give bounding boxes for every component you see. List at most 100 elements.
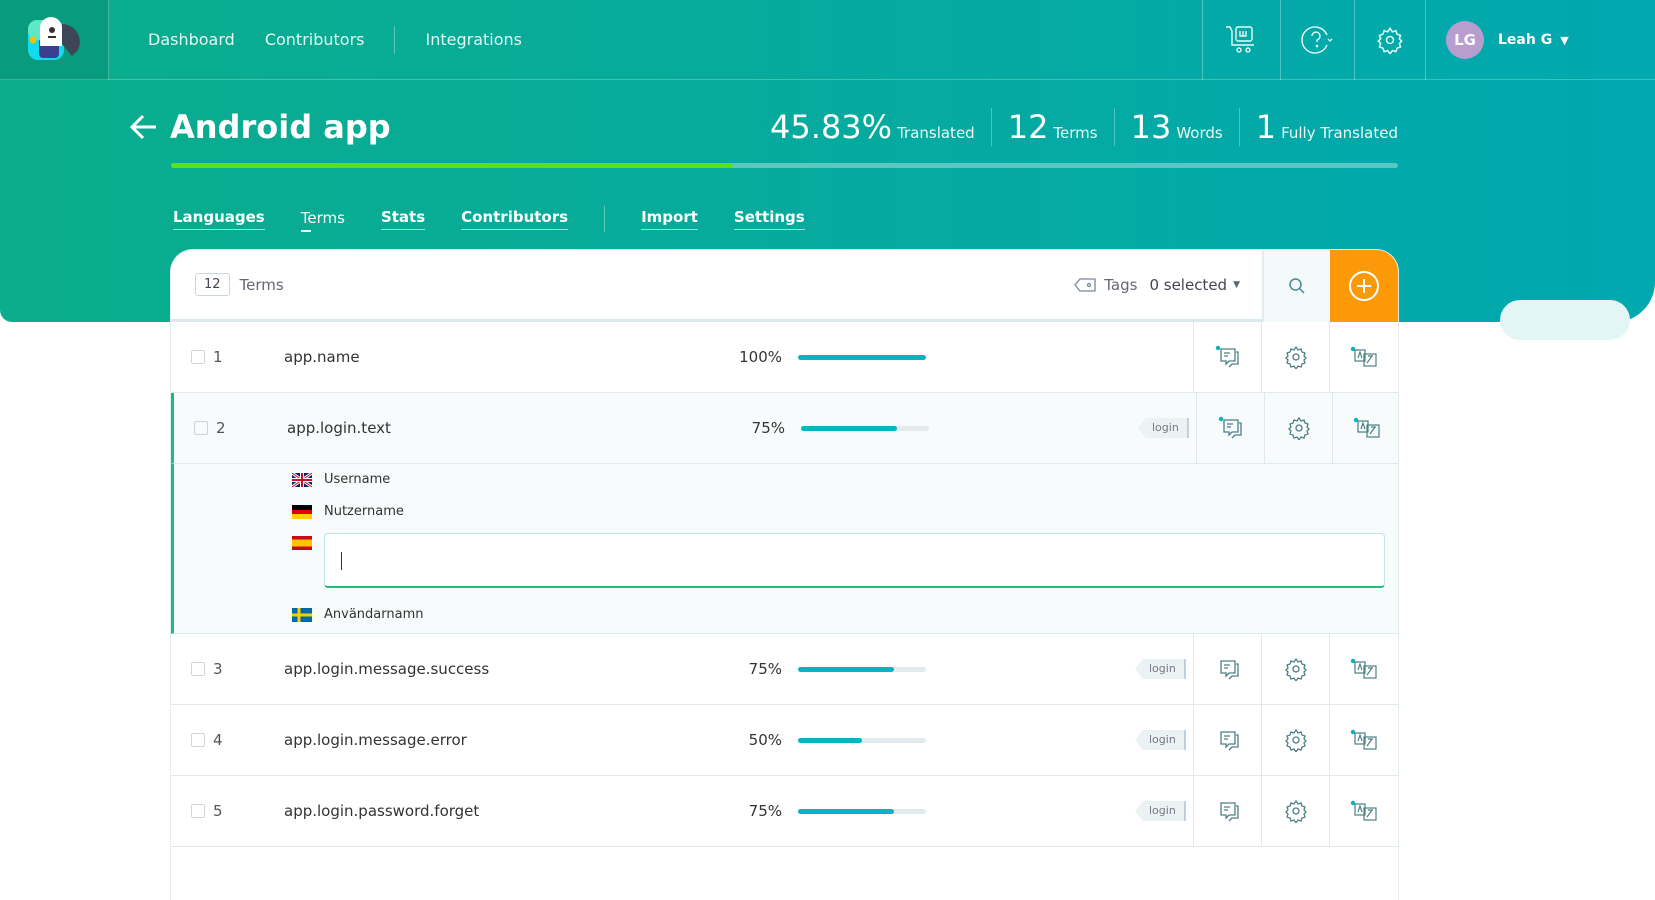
tab-settings[interactable]: Settings [733,208,805,230]
term-row[interactable]: 3 app.login.message.success 75% login [171,634,1398,705]
decoration [1500,300,1630,340]
comments-button[interactable] [1193,322,1261,392]
term-tag[interactable]: login [1135,659,1186,679]
term-tag[interactable]: login [1135,730,1186,750]
term-settings-button[interactable] [1261,322,1329,392]
terms-count-label: Terms [239,275,284,294]
progress-fill [798,666,894,672]
term-key[interactable]: app.login.password.forget [284,802,479,820]
gear-icon [1284,345,1307,369]
comments-button[interactable] [1193,705,1261,775]
gear-icon [1377,26,1403,54]
term-progress-bar [798,354,926,360]
term-row[interactable]: 5 app.login.password.forget 75% login [171,776,1398,847]
term-key[interactable]: app.login.message.error [284,731,467,749]
translate-button[interactable] [1329,776,1397,846]
tab-languages[interactable]: Languages [173,208,265,230]
term-settings-button[interactable] [1261,705,1329,775]
translation-de[interactable]: Nutzername [292,504,404,519]
comments-button[interactable] [1196,393,1264,463]
row-checkbox[interactable] [191,350,205,364]
divider [394,25,396,54]
translation-sv[interactable]: Användarnamn [292,607,423,622]
row-checkbox[interactable] [194,421,208,435]
stat-label: Words [1176,124,1223,142]
row-checkbox[interactable] [191,804,205,818]
user-name: Leah G [1498,32,1553,48]
row-checkbox[interactable] [191,733,205,747]
caret-down-icon: ▼ [1560,33,1569,47]
row-checkbox[interactable] [191,662,205,676]
tags-filter[interactable]: Tags 0 selected ▼ [1074,276,1240,294]
plus-circle-icon [1349,271,1379,301]
translate-button[interactable] [1329,705,1397,775]
term-settings-button[interactable] [1261,776,1329,846]
nav-integrations[interactable]: Integrations [425,30,522,49]
translate-button[interactable] [1329,322,1397,392]
translation-es [292,536,312,550]
gear-icon [1284,657,1307,681]
term-row[interactable]: 1 app.name 100% [171,322,1398,393]
term-row[interactable]: 2 app.login.text 75% login [171,393,1398,464]
help-button[interactable] [1280,0,1354,80]
comments-button[interactable] [1193,634,1261,704]
terms-count: 12 [195,273,230,296]
translate-button[interactable] [1329,634,1397,704]
divider [604,206,606,232]
comment-icon [1219,731,1239,751]
search-button[interactable] [1262,250,1330,322]
search-icon [1289,278,1305,294]
term-percent: 100% [739,348,782,366]
term-number: 3 [213,660,223,678]
term-tag[interactable]: login [1135,801,1186,821]
tab-contributors[interactable]: Contributors [461,208,569,230]
progress-fill [798,808,894,814]
stat-label: Translated [897,124,975,142]
comments-button[interactable] [1193,776,1261,846]
term-settings-button[interactable] [1261,634,1329,704]
flag-es-icon [292,536,312,550]
avatar: LG [1446,21,1484,59]
term-number: 4 [213,731,223,749]
user-menu[interactable]: LG Leah G ▼ [1425,0,1655,80]
nav-contributors[interactable]: Contributors [265,30,365,49]
settings-button[interactable] [1354,0,1425,80]
stat-value: 1 [1255,108,1277,146]
term-key[interactable]: app.name [284,348,360,366]
term-percent: 50% [748,731,782,749]
term-percent: 75% [751,419,785,437]
stat-label: Terms [1053,124,1098,142]
top-nav: Dashboard Contributors Integrations LG L… [0,0,1655,80]
gear-icon [1284,799,1307,823]
term-tag[interactable]: login [1138,418,1189,438]
term-progress-bar [798,808,926,814]
logo[interactable] [0,0,109,80]
tab-stats[interactable]: Stats [380,208,426,230]
add-term-button[interactable] [1330,250,1398,322]
caret-down-icon: ▼ [1233,279,1240,290]
tab-import[interactable]: Import [641,208,698,230]
progress-fill [798,354,926,360]
translate-icon [1350,800,1377,821]
progress-fill [801,425,897,431]
back-arrow-icon[interactable] [128,111,160,143]
term-percent: 75% [748,660,782,678]
term-settings-button[interactable] [1264,393,1332,463]
tags-value: 0 selected [1149,275,1228,294]
comment-icon [1218,416,1242,439]
translate-button[interactable] [1332,393,1400,463]
term-key[interactable]: app.login.message.success [284,660,489,678]
term-progress-bar [801,425,929,431]
comment-icon [1219,802,1239,822]
term-row[interactable]: 4 app.login.message.error 50% login [171,705,1398,776]
store-button[interactable] [1202,0,1280,80]
stat-value: 13 [1130,108,1172,146]
flag-uk-icon [292,472,312,487]
tab-terms[interactable]: Terms [300,209,345,232]
term-number: 1 [213,348,223,366]
nav-dashboard[interactable]: Dashboard [148,30,235,49]
tag-icon [1074,277,1096,292]
term-key[interactable]: app.login.text [287,419,391,437]
translation-input-es[interactable] [324,533,1385,588]
translation-en[interactable]: Username [292,472,390,487]
